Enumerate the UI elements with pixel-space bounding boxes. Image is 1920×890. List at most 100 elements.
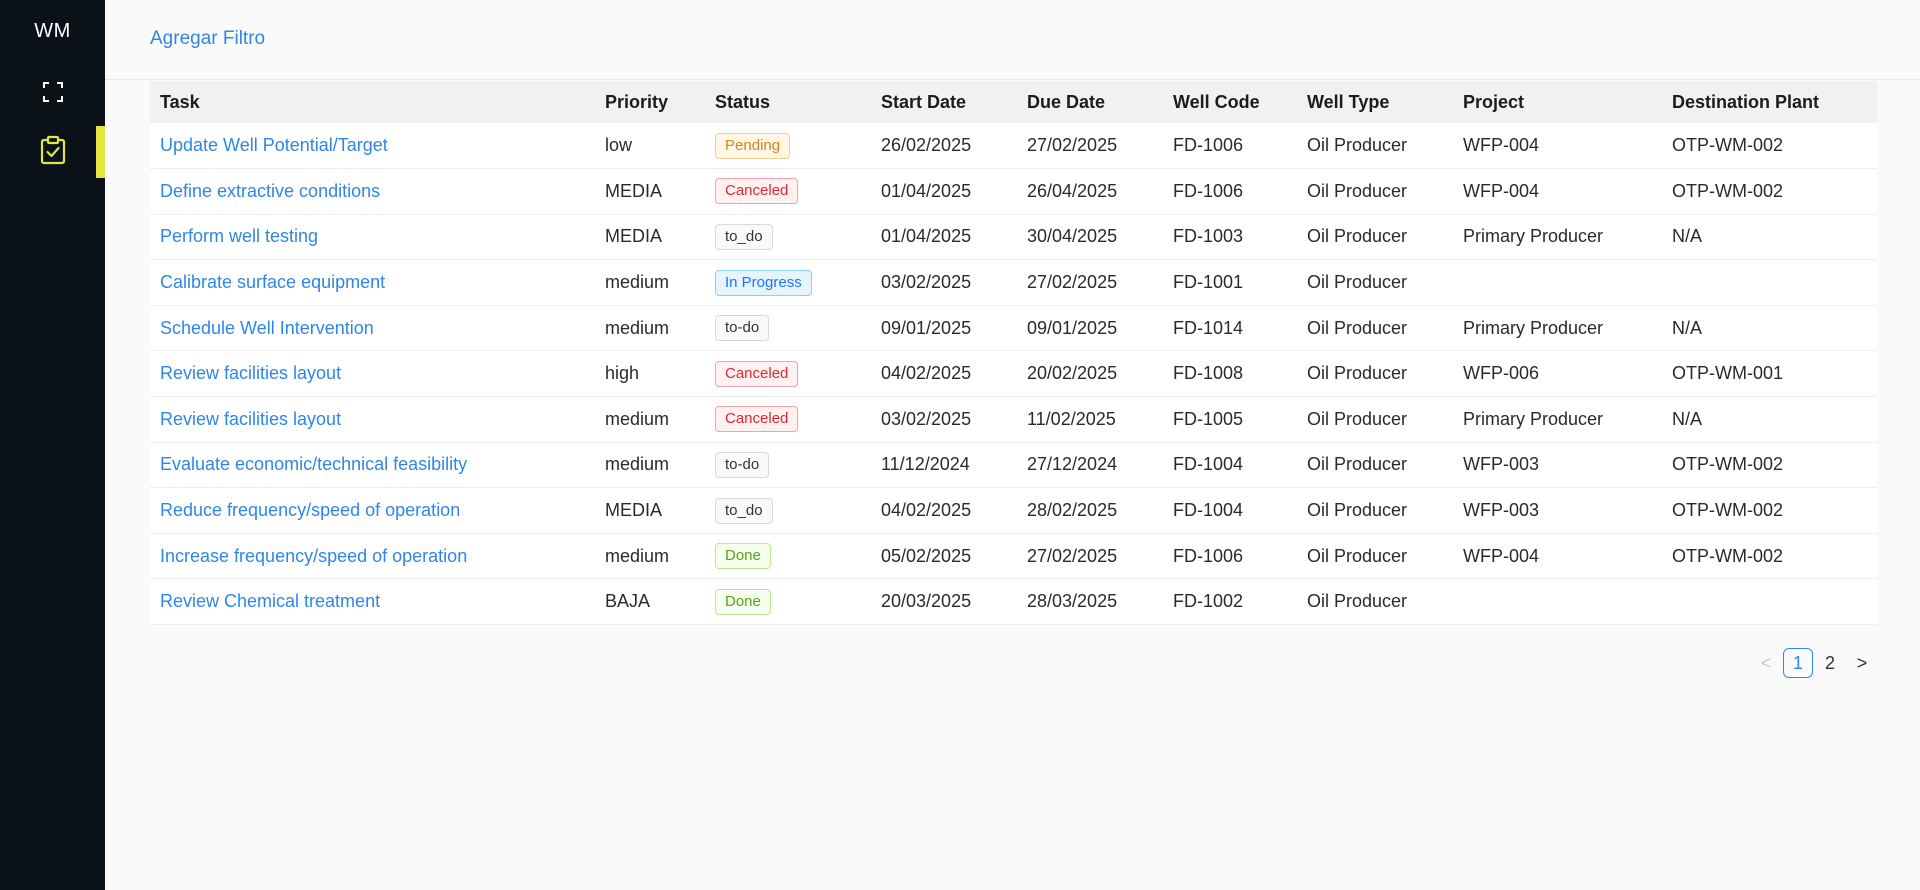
table-cell: In Progress — [705, 260, 871, 306]
pagination-prev-button[interactable]: < — [1751, 648, 1781, 678]
start-date-cell: 04/02/2025 — [881, 500, 972, 521]
column-header-destination-plant[interactable]: Destination Plant — [1662, 81, 1877, 123]
task-link[interactable]: Calibrate surface equipment — [160, 272, 385, 292]
table-cell: 03/02/2025 — [871, 397, 1017, 443]
column-header-task[interactable]: Task — [150, 81, 595, 123]
task-link[interactable]: Update Well Potential/Target — [160, 135, 388, 155]
table-cell: WFP-004 — [1453, 533, 1662, 579]
well-type-cell: Oil Producer — [1307, 500, 1408, 521]
column-header-well-code[interactable]: Well Code — [1163, 81, 1297, 123]
task-link[interactable]: Define extractive conditions — [160, 181, 380, 201]
pagination-page-2[interactable]: 2 — [1815, 648, 1845, 678]
priority-cell: medium — [605, 317, 670, 338]
destination-plant-cell: N/A — [1672, 317, 1703, 338]
status-badge: Done — [715, 543, 771, 570]
table-cell: 04/02/2025 — [871, 488, 1017, 534]
start-date-cell: 01/04/2025 — [881, 180, 972, 201]
table-cell: MEDIA — [595, 214, 705, 260]
status-badge: to_do — [715, 497, 773, 524]
task-link[interactable]: Increase frequency/speed of operation — [160, 546, 467, 566]
table-row[interactable]: Calibrate surface equipment medium In Prog… — [150, 259, 1877, 306]
table-cell: Oil Producer — [1297, 397, 1453, 443]
sidebar-item-tasks[interactable] — [0, 126, 105, 178]
table-row[interactable]: Define extractive conditions MEDIA Cancele… — [150, 168, 1877, 215]
table-cell: Update Well Potential/Target — [150, 123, 595, 169]
table-cell: WFP-003 — [1453, 442, 1662, 488]
pagination-page-1[interactable]: 1 — [1783, 648, 1813, 678]
table-cell: WFP-004 — [1453, 169, 1662, 215]
add-filter-button[interactable]: Agregar Filtro — [150, 28, 265, 50]
start-date-cell: 09/01/2025 — [881, 317, 972, 338]
table-cell: Review facilities layout — [150, 351, 595, 397]
table-cell: medium — [595, 533, 705, 579]
well-type-cell: Oil Producer — [1307, 408, 1408, 429]
status-badge: In Progress — [715, 269, 812, 296]
due-date-cell: 11/02/2025 — [1027, 408, 1116, 429]
table-cell: Oil Producer — [1297, 214, 1453, 260]
clipboard-check-icon — [40, 135, 66, 170]
priority-cell: BAJA — [605, 591, 651, 612]
column-header-status[interactable]: Status — [705, 81, 871, 123]
table-row[interactable]: Review facilities layout high Canceled 04/0… — [150, 350, 1877, 397]
table-cell: N/A — [1662, 397, 1877, 443]
task-link[interactable]: Perform well testing — [160, 226, 318, 246]
well-code-cell: FD-1002 — [1173, 591, 1244, 612]
status-badge: Done — [715, 588, 771, 615]
table-cell — [1453, 579, 1662, 625]
table-cell: 11/02/2025 — [1017, 397, 1163, 443]
table-row[interactable]: Perform well testing MEDIA to_do 01/04/2025… — [150, 214, 1877, 260]
destination-plant-cell: OTP-WM-002 — [1672, 545, 1784, 566]
table-cell: N/A — [1662, 305, 1877, 351]
table-cell: OTP-WM-002 — [1662, 123, 1877, 169]
task-link[interactable]: Review facilities layout — [160, 363, 341, 383]
project-cell: WFP-003 — [1463, 454, 1540, 475]
table-row[interactable]: Schedule Well Intervention medium to-do 09/… — [150, 305, 1877, 351]
due-date-cell: 20/02/2025 — [1027, 363, 1118, 384]
task-link[interactable]: Schedule Well Intervention — [160, 318, 374, 338]
column-header-priority[interactable]: Priority — [595, 81, 705, 123]
table-row[interactable]: Review facilities layout medium Canceled 03… — [150, 396, 1877, 443]
due-date-cell: 27/02/2025 — [1027, 545, 1118, 566]
destination-plant-cell: OTP-WM-001 — [1672, 363, 1784, 384]
column-header-start-date[interactable]: Start Date — [871, 81, 1017, 123]
due-date-cell: 28/02/2025 — [1027, 500, 1118, 521]
pagination-next-button[interactable]: > — [1847, 648, 1877, 678]
column-header-well-type[interactable]: Well Type — [1297, 81, 1453, 123]
table-cell: Calibrate surface equipment — [150, 260, 595, 306]
column-header-project[interactable]: Project — [1453, 81, 1662, 123]
table-cell: OTP-WM-002 — [1662, 442, 1877, 488]
due-date-cell: 26/04/2025 — [1027, 180, 1118, 201]
task-link[interactable]: Review Chemical treatment — [160, 591, 380, 611]
destination-plant-cell: OTP-WM-002 — [1672, 135, 1784, 156]
table-cell: Oil Producer — [1297, 260, 1453, 306]
sidebar-item-expand[interactable] — [0, 68, 105, 120]
table-cell: OTP-WM-002 — [1662, 488, 1877, 534]
app-logo[interactable]: WM — [0, 20, 105, 43]
table-cell: 26/04/2025 — [1017, 169, 1163, 215]
table-cell — [1662, 260, 1877, 306]
table-cell: Oil Producer — [1297, 351, 1453, 397]
table-cell: WFP-004 — [1453, 123, 1662, 169]
table-cell: OTP-WM-002 — [1662, 169, 1877, 215]
well-code-cell: FD-1014 — [1173, 317, 1244, 338]
table-row[interactable]: Evaluate economic/technical feasibility m… — [150, 442, 1877, 488]
due-date-cell: 28/03/2025 — [1027, 591, 1118, 612]
task-link[interactable]: Evaluate economic/technical feasibility — [160, 454, 467, 474]
table-cell: 05/02/2025 — [871, 533, 1017, 579]
active-indicator — [96, 126, 105, 178]
well-type-cell: Oil Producer — [1307, 591, 1408, 612]
table-row[interactable]: Review Chemical treatment BAJA Done 20/03/2… — [150, 578, 1877, 625]
table-cell: WFP-006 — [1453, 351, 1662, 397]
well-code-cell: FD-1008 — [1173, 363, 1244, 384]
table-cell: 27/02/2025 — [1017, 123, 1163, 169]
table-row[interactable]: Reduce frequency/speed of operation MEDIA… — [150, 487, 1877, 534]
task-link[interactable]: Review facilities layout — [160, 409, 341, 429]
task-link[interactable]: Reduce frequency/speed of operation — [160, 500, 460, 520]
table-cell: Primary Producer — [1453, 397, 1662, 443]
well-code-cell: FD-1004 — [1173, 454, 1244, 475]
table-cell: Reduce frequency/speed of operation — [150, 488, 595, 534]
table-cell: OTP-WM-002 — [1662, 533, 1877, 579]
table-row[interactable]: Update Well Potential/Target low Pending 26… — [150, 123, 1877, 169]
column-header-due-date[interactable]: Due Date — [1017, 81, 1163, 123]
table-row[interactable]: Increase frequency/speed of operation med… — [150, 533, 1877, 579]
